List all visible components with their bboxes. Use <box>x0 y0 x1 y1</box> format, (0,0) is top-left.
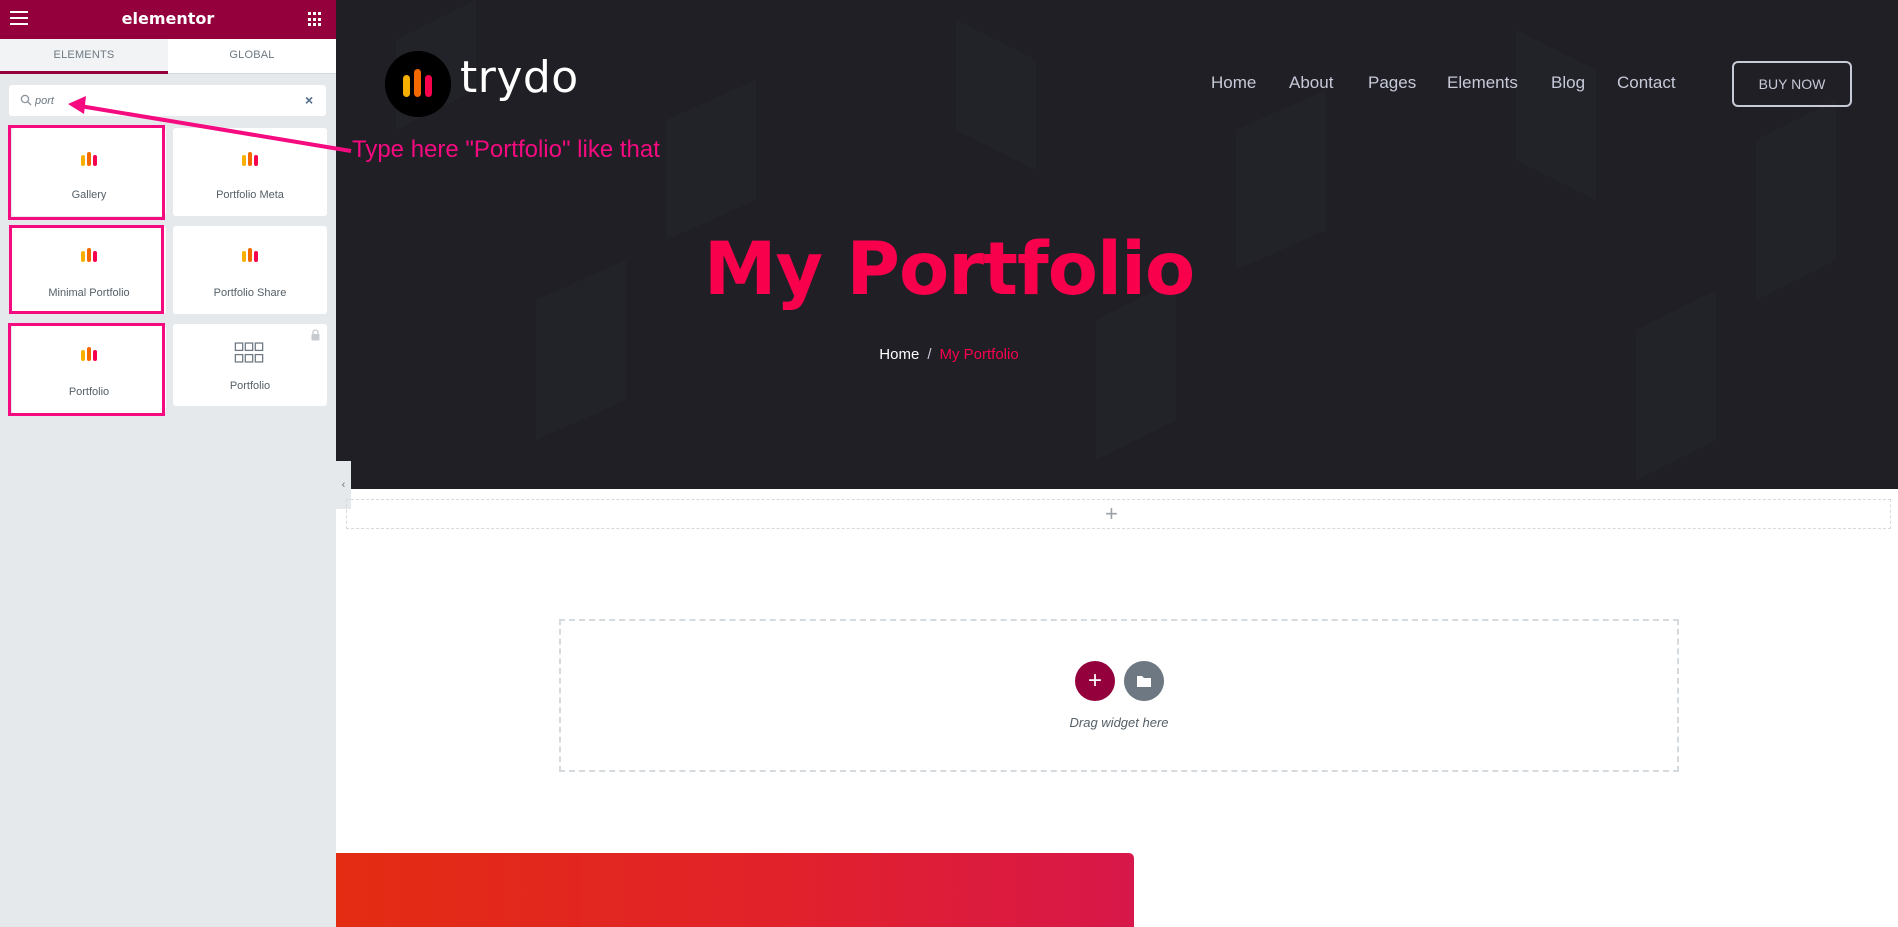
widget-label: Portfolio <box>229 380 271 392</box>
add-section-plus-icon[interactable]: + <box>1105 499 1118 529</box>
nav-contact[interactable]: Contact <box>1617 73 1676 93</box>
widget-drop-area[interactable] <box>559 619 1679 772</box>
tab-global[interactable]: GLOBAL <box>168 39 336 74</box>
widget-portfolio-pro[interactable]: Portfolio <box>173 324 327 406</box>
search-icon <box>20 94 32 106</box>
site-logo-text[interactable]: trydo <box>460 52 579 103</box>
widget-portfolio-meta[interactable]: Portfolio Meta <box>173 128 327 216</box>
nav-blog[interactable]: Blog <box>1551 73 1585 93</box>
elementor-panel: elementor ELEMENTS GLOBAL × Gallery <box>0 0 336 927</box>
trydo-bars-icon <box>242 152 258 166</box>
nav-pages[interactable]: Pages <box>1368 73 1416 93</box>
trydo-logo-icon[interactable] <box>385 51 451 117</box>
nav-about[interactable]: About <box>1289 73 1333 93</box>
buy-now-button[interactable]: BUY NOW <box>1732 61 1852 107</box>
widget-search-input[interactable] <box>35 91 275 110</box>
panel-tabs: ELEMENTS GLOBAL <box>0 39 336 74</box>
breadcrumb-current: My Portfolio <box>939 346 1019 363</box>
nav-home[interactable]: Home <box>1211 73 1256 93</box>
clear-search-icon[interactable]: × <box>305 91 313 109</box>
page-title: My Portfolio <box>703 227 1195 312</box>
add-section-strip[interactable] <box>346 499 1891 529</box>
widget-label: Portfolio Meta <box>216 189 284 201</box>
widget-search-box: × <box>9 85 326 116</box>
tab-elements[interactable]: ELEMENTS <box>0 39 168 74</box>
add-new-section-button[interactable]: + <box>1075 661 1115 701</box>
breadcrumb-separator: / <box>927 346 932 363</box>
panel-header: elementor <box>0 0 336 39</box>
drag-widget-hint: Drag widget here <box>1069 715 1169 730</box>
breadcrumb-home-link[interactable]: Home <box>879 346 919 363</box>
panel-title: elementor <box>121 9 215 28</box>
highlight-box <box>8 323 165 416</box>
add-template-folder-icon[interactable] <box>1124 661 1164 701</box>
highlight-box <box>8 125 165 220</box>
red-banner-section <box>336 853 1134 927</box>
breadcrumb: Home / My Portfolio <box>0 346 1898 363</box>
widgets-grid-icon[interactable] <box>308 12 323 27</box>
lock-icon <box>311 329 320 341</box>
annotation-text: Type here "Portfolio" like that <box>352 136 660 163</box>
nav-elements[interactable]: Elements <box>1447 73 1518 93</box>
